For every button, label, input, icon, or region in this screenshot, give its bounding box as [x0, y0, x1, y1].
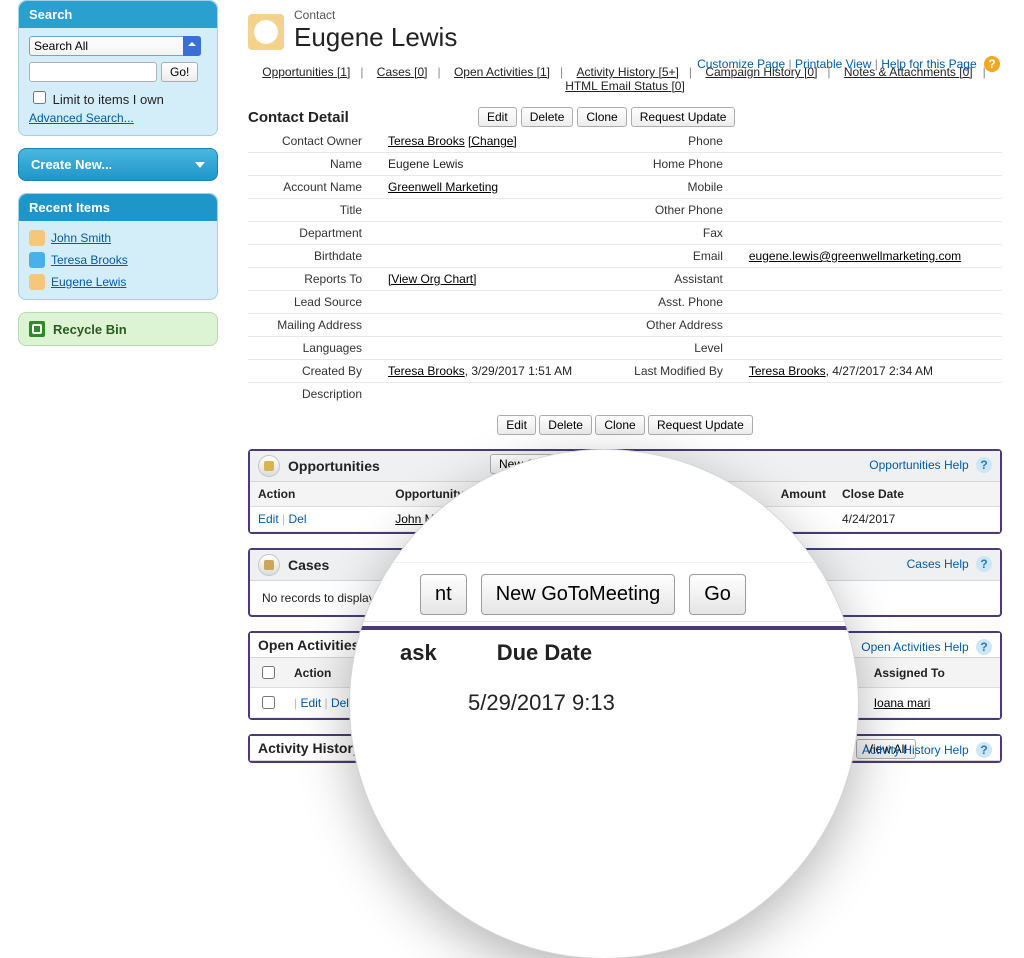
nav-activity-history[interactable]: Activity History [5+]: [576, 65, 678, 79]
recent-item[interactable]: Eugene Lewis: [29, 271, 207, 293]
contact-icon: [29, 274, 45, 290]
opportunities-help-link[interactable]: Opportunities Help: [869, 458, 968, 472]
name-value: Eugene Lewis: [380, 153, 609, 176]
user-icon: [29, 252, 45, 268]
contact-header-icon: [248, 14, 284, 50]
assigned-to-link[interactable]: Ioana mari: [874, 696, 931, 710]
contact-detail-table: Contact OwnerTeresa Brooks [Change]Phone…: [248, 130, 1002, 405]
help-icon[interactable]: ?: [976, 639, 992, 655]
close-date-value: 4/24/2017: [834, 507, 1000, 532]
delete-link[interactable]: Del: [331, 696, 349, 710]
help-page-link[interactable]: Help for this Page: [881, 57, 976, 71]
limit-checkbox-label[interactable]: Limit to items I own: [29, 92, 164, 107]
detail-section-title: Contact Detail: [248, 109, 349, 126]
recent-items-panel: Recent Items John Smith Teresa Brooks Eu…: [18, 193, 218, 300]
request-update-button[interactable]: Request Update: [631, 107, 736, 127]
create-new-button[interactable]: Create New...: [18, 148, 218, 181]
chevron-down-icon: [195, 162, 205, 168]
delete-button[interactable]: Delete: [539, 415, 592, 435]
limit-checkbox[interactable]: [33, 91, 46, 104]
email-link[interactable]: eugene.lewis@greenwellmarketing.com: [749, 249, 961, 263]
help-icon[interactable]: ?: [984, 56, 1000, 72]
mag-btn-left-frag[interactable]: nt: [420, 574, 467, 615]
search-input[interactable]: [29, 62, 157, 82]
recycle-bin-icon: [29, 321, 45, 337]
edit-link[interactable]: Edit: [300, 696, 321, 710]
advanced-search-link[interactable]: Advanced Search...: [29, 111, 134, 125]
mag-th-task: ask: [400, 640, 437, 666]
cases-help-link[interactable]: Cases Help: [907, 557, 969, 571]
recent-item[interactable]: Teresa Brooks: [29, 249, 207, 271]
activity-history-help-link[interactable]: Activity History Help: [862, 743, 969, 757]
mag-due-date-value: 5/29/2017 9:13: [468, 690, 615, 716]
account-link[interactable]: Greenwell Marketing: [388, 180, 498, 194]
modified-by-link[interactable]: Teresa Brooks: [749, 364, 826, 378]
delete-button[interactable]: Delete: [521, 107, 574, 127]
change-owner-link[interactable]: [Change]: [468, 134, 517, 148]
help-icon[interactable]: ?: [976, 556, 992, 572]
page-help-links: Customize Page | Printable View | Help f…: [697, 56, 1000, 72]
search-scope-select[interactable]: Search All: [29, 36, 201, 56]
magnifier-overlay: nt New GoToMeeting Go ask Due Date 5/29/…: [350, 450, 858, 958]
nav-html-email-status[interactable]: HTML Email Status [0]: [565, 79, 685, 93]
customize-page-link[interactable]: Customize Page: [697, 57, 785, 71]
case-icon: [258, 554, 280, 576]
nav-cases[interactable]: Cases [0]: [377, 65, 428, 79]
help-icon[interactable]: ?: [976, 457, 992, 473]
mag-th-due: Due Date: [497, 640, 592, 666]
row-checkbox[interactable]: [262, 696, 275, 709]
recent-header: Recent Items: [19, 194, 217, 221]
search-header: Search: [19, 1, 217, 28]
view-org-chart-link[interactable]: [View Org Chart]: [388, 272, 476, 286]
new-gotomeeting-button[interactable]: New GoToMeeting: [481, 574, 676, 615]
clone-button[interactable]: Clone: [595, 415, 644, 435]
contact-icon: [29, 230, 45, 246]
nav-opportunities[interactable]: Opportunities [1]: [262, 65, 350, 79]
edit-link[interactable]: Edit: [258, 512, 279, 526]
printable-view-link[interactable]: Printable View: [795, 57, 872, 71]
clone-button[interactable]: Clone: [577, 107, 626, 127]
select-all-checkbox[interactable]: [262, 666, 275, 679]
edit-button[interactable]: Edit: [497, 415, 536, 435]
record-name: Eugene Lewis: [294, 22, 457, 53]
open-activities-help-link[interactable]: Open Activities Help: [861, 640, 968, 654]
recent-item[interactable]: John Smith: [29, 227, 207, 249]
record-type-label: Contact: [294, 8, 457, 22]
sidebar: Search Search All Go! Limit to items I o…: [0, 0, 218, 777]
delete-link[interactable]: Del: [289, 512, 307, 526]
owner-link[interactable]: Teresa Brooks: [388, 134, 465, 148]
nav-open-activities[interactable]: Open Activities [1]: [454, 65, 550, 79]
search-go-button[interactable]: Go!: [161, 62, 198, 82]
opportunity-icon: [258, 455, 280, 477]
edit-button[interactable]: Edit: [478, 107, 517, 127]
recycle-bin-button[interactable]: Recycle Bin: [18, 312, 218, 346]
help-icon[interactable]: ?: [976, 742, 992, 758]
request-update-button[interactable]: Request Update: [648, 415, 753, 435]
created-by-link[interactable]: Teresa Brooks: [388, 364, 465, 378]
mag-btn-right-frag[interactable]: Go: [689, 574, 746, 615]
search-panel: Search Search All Go! Limit to items I o…: [18, 0, 218, 136]
